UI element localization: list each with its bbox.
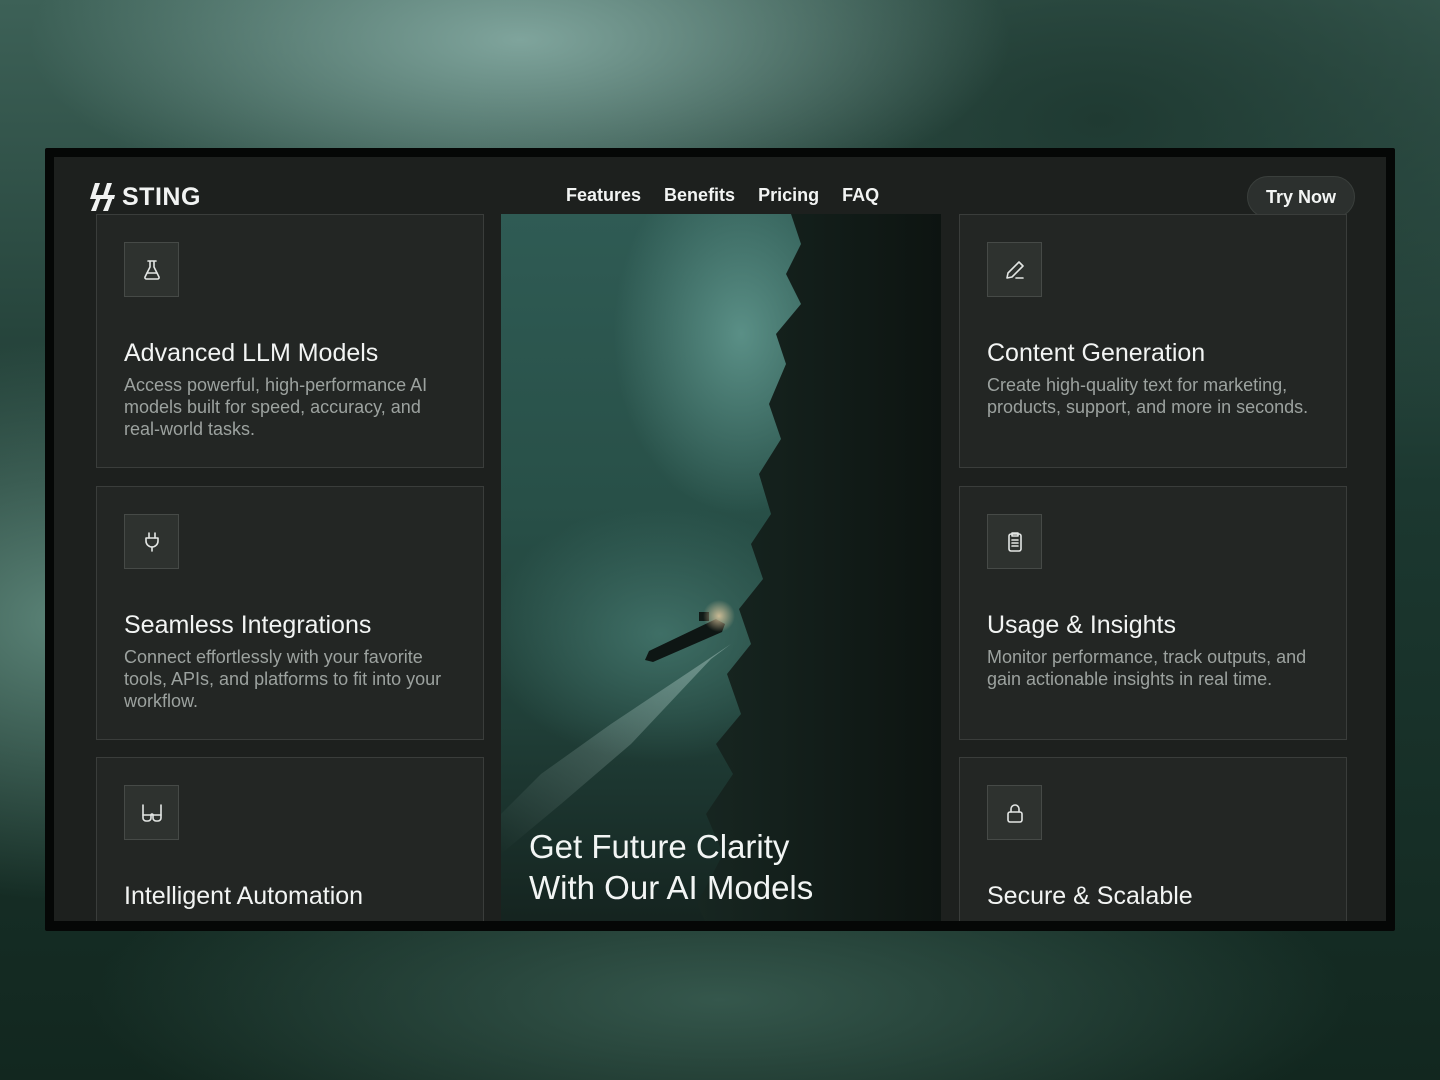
nav-link-features[interactable]: Features <box>566 185 641 206</box>
hero-headline: Get Future Clarity With Our AI Models <box>529 826 929 908</box>
flask-icon <box>143 259 160 280</box>
feature-icon-box <box>124 242 179 297</box>
feature-title: Content Generation <box>987 339 1206 367</box>
nav-link-pricing[interactable]: Pricing <box>758 185 819 206</box>
hero-scene <box>501 214 941 921</box>
hero-headline-line1: Get Future Clarity <box>529 828 790 865</box>
bolt-logo-icon <box>90 183 115 211</box>
lock-icon <box>1006 803 1023 823</box>
brand-name: STING <box>122 182 201 211</box>
feature-description: Monitor performance, track outputs, and … <box>987 647 1307 689</box>
feature-icon-box <box>124 514 179 569</box>
pen-icon <box>1005 260 1024 279</box>
feature-icon-box <box>987 242 1042 297</box>
feature-card-seamless-integrations: Seamless Integrations Connect effortless… <box>96 486 484 740</box>
feature-title: Advanced LLM Models <box>124 339 379 367</box>
brand-logo[interactable]: STING <box>88 181 201 213</box>
app-window: STING Features Benefits Pricing FAQ Try … <box>54 157 1386 921</box>
feature-title: Seamless Integrations <box>124 611 372 639</box>
plug-icon <box>144 531 159 552</box>
feature-card-advanced-llm: Advanced LLM Models Access powerful, hig… <box>96 214 484 468</box>
hero-headline-line2: With Our AI Models <box>529 869 814 906</box>
feature-card-secure-scalable: Secure & Scalable <box>959 757 1347 921</box>
feature-description: Access powerful, high-performance AI mod… <box>124 375 428 439</box>
glasses-icon <box>141 803 162 822</box>
feature-description: Create high-quality text for marketing, … <box>987 375 1309 417</box>
clipboard-icon <box>1007 531 1022 552</box>
main-nav: Features Benefits Pricing FAQ <box>566 185 879 206</box>
feature-icon-box <box>987 514 1042 569</box>
feature-icon-box <box>987 785 1042 840</box>
feature-title: Usage & Insights <box>987 611 1176 639</box>
nav-link-benefits[interactable]: Benefits <box>664 185 735 206</box>
feature-card-intelligent-automation: Intelligent Automation <box>96 757 484 921</box>
feature-title: Intelligent Automation <box>124 882 364 910</box>
feature-card-usage-insights: Usage & Insights Monitor performance, tr… <box>959 486 1347 740</box>
feature-title: Secure & Scalable <box>987 882 1193 910</box>
hero-image: Get Future Clarity With Our AI Models <box>501 214 941 921</box>
try-now-button[interactable]: Try Now <box>1247 176 1355 218</box>
feature-icon-box <box>124 785 179 840</box>
nav-link-faq[interactable]: FAQ <box>842 185 879 206</box>
feature-card-content-generation: Content Generation Create high-quality t… <box>959 214 1347 468</box>
feature-description: Connect effortlessly with your favorite … <box>124 647 442 711</box>
